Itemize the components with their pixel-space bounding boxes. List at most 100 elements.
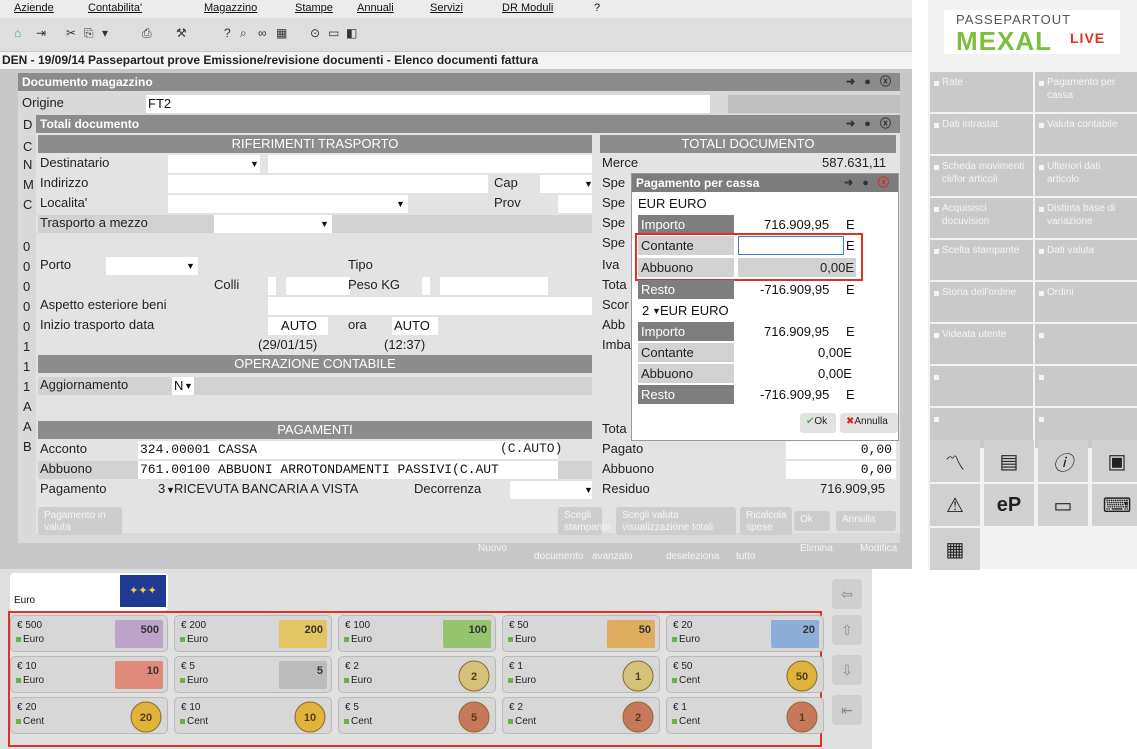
peso-field[interactable]: [440, 277, 548, 295]
menu-magazzino[interactable]: Magazzino: [204, 2, 257, 14]
modifica-button[interactable]: Modifica: [860, 543, 897, 554]
coin-button[interactable]: € 50 Cent 50: [666, 656, 824, 693]
coin-button[interactable]: € 10 Cent 10: [174, 697, 332, 734]
info-icon[interactable]: ⓘ: [1038, 440, 1088, 482]
menu-aziende[interactable]: Aziende: [14, 2, 54, 14]
coin-button[interactable]: € 1 Euro 1: [502, 656, 660, 693]
trasporto-select[interactable]: [214, 215, 332, 233]
grid-icon[interactable]: ▦: [930, 528, 980, 570]
scegli-stampante-button[interactable]: Scegli stampante: [558, 507, 611, 535]
colli-field[interactable]: [286, 277, 350, 295]
ora-field[interactable]: AUTO: [392, 317, 438, 335]
search-icon[interactable]: ⌕: [240, 26, 247, 41]
menu-contabilita[interactable]: Contabilita': [88, 2, 142, 14]
menu-help[interactable]: ?: [594, 2, 600, 14]
pagamento-code[interactable]: 3: [158, 481, 165, 496]
colli-field-a[interactable]: [268, 277, 276, 295]
window-controls[interactable]: ➜ ● ⓧ: [846, 115, 894, 133]
copy-icon[interactable]: ⎘: [84, 26, 94, 41]
first-icon[interactable]: ⇤: [832, 695, 862, 725]
deseleziona-button[interactable]: deseleziona: [666, 551, 719, 562]
destinatario-field[interactable]: [268, 155, 592, 173]
popup-annulla-button[interactable]: ✖Annulla: [840, 413, 898, 433]
menu-dr-moduli[interactable]: DR Moduli: [502, 2, 553, 14]
screen-icon[interactable]: ▣: [1092, 440, 1137, 482]
ep-lock-icon[interactable]: eP: [984, 484, 1034, 526]
currency-2-code[interactable]: 2: [642, 301, 649, 320]
distinta-base-button[interactable]: Distinta base di variazione: [1035, 198, 1137, 238]
panel-icon[interactable]: ◧: [346, 26, 357, 40]
target-icon[interactable]: ⊙: [310, 26, 320, 40]
origine-field[interactable]: FT2: [146, 95, 710, 113]
menu-stampe[interactable]: Stampe: [295, 2, 333, 14]
coin-button[interactable]: € 50 Euro 50: [502, 615, 660, 652]
storia-ordine-button[interactable]: Storia dell'ordine: [930, 282, 1033, 322]
arrow-left-icon[interactable]: ⇦: [832, 579, 862, 609]
pagamento-valuta-button[interactable]: Pagamento in valuta: [38, 507, 122, 535]
coin-button[interactable]: € 100 Euro 100: [338, 615, 496, 652]
tutto-button[interactable]: tutto: [736, 551, 755, 562]
peso-field-a[interactable]: [422, 277, 430, 295]
coin-button[interactable]: € 2 Euro 2: [338, 656, 496, 693]
rate-button[interactable]: Rate: [930, 72, 1033, 112]
valuta-contabile-button[interactable]: Valuta contabile: [1035, 114, 1137, 154]
paste-icon[interactable]: ▾: [102, 26, 108, 40]
chart-icon[interactable]: 〽: [930, 440, 980, 482]
arrow-down-icon[interactable]: ⇩: [832, 655, 862, 685]
coin-button[interactable]: € 10 Euro 10: [10, 656, 168, 693]
scegli-valuta-button[interactable]: Scegli valuta visualizzazione totali: [616, 507, 736, 535]
link-icon[interactable]: ∞: [258, 26, 267, 40]
nuovo-button[interactable]: Nuovo: [478, 543, 507, 554]
destinatario-select[interactable]: [168, 155, 260, 173]
tools-icon[interactable]: ⚒: [176, 26, 187, 40]
print-icon[interactable]: ⎙: [142, 26, 152, 41]
ok-button[interactable]: Ok: [794, 511, 830, 531]
indirizzo-field[interactable]: [168, 175, 488, 193]
coin-button[interactable]: € 5 Euro 5: [174, 656, 332, 693]
aspetto-field[interactable]: [268, 297, 592, 315]
exit-icon[interactable]: ⇥: [36, 26, 46, 40]
window-controls[interactable]: ➜ ● ⓧ: [844, 174, 892, 192]
window-controls[interactable]: ➜ ● ⓧ: [846, 73, 894, 91]
dati-intrastat-button[interactable]: Dati intrastat: [930, 114, 1033, 154]
data-field[interactable]: AUTO: [268, 317, 328, 335]
scelta-stampante-button[interactable]: Scelta stampante: [930, 240, 1033, 280]
calculator-icon[interactable]: ▦: [276, 26, 287, 40]
warning-chart-icon[interactable]: ⚠: [930, 484, 980, 526]
abbuono-tot-value[interactable]: 0,00: [786, 461, 896, 479]
arrow-up-icon[interactable]: ⇧: [832, 615, 862, 645]
coin-button[interactable]: € 200 Euro 200: [174, 615, 332, 652]
porto-select[interactable]: [106, 257, 198, 275]
coin-button[interactable]: € 500 Euro 500: [10, 615, 168, 652]
acconto-field[interactable]: 324.00001 CASSA: [138, 441, 558, 459]
popup-ok-button[interactable]: ✔Ok: [800, 413, 836, 433]
abbuono-field[interactable]: 761.00100 ABBUONI ARROTONDAMENTI PASSIVI…: [138, 461, 558, 479]
coin-button[interactable]: € 20 Cent 20: [10, 697, 168, 734]
coin-button[interactable]: € 1 Cent 1: [666, 697, 824, 734]
menu-servizi[interactable]: Servizi: [430, 2, 463, 14]
scheda-movimenti-button[interactable]: Scheda movimenti cli/for articoli: [930, 156, 1033, 196]
monitor-icon[interactable]: ▭: [328, 26, 339, 40]
coin-button[interactable]: € 20 Euro 20: [666, 615, 824, 652]
elimina-button[interactable]: Elimina: [800, 543, 833, 554]
videata-utente-button[interactable]: Videata utente: [930, 324, 1033, 364]
annulla-button[interactable]: Annulla: [836, 511, 896, 531]
localita-field[interactable]: [168, 195, 408, 213]
documento-button[interactable]: documento: [534, 551, 583, 562]
decorrenza-field[interactable]: [510, 481, 592, 499]
pagato-value[interactable]: 0,00: [786, 441, 896, 459]
pagamento-cassa-button[interactable]: Pagamento per cassa: [1035, 72, 1137, 112]
help-icon[interactable]: ?: [224, 26, 231, 40]
menu-annuali[interactable]: Annuali: [357, 2, 394, 14]
ordini-button[interactable]: Ordini: [1035, 282, 1137, 322]
dati-valuta-button[interactable]: Dati valuta: [1035, 240, 1137, 280]
document-image-icon[interactable]: ▤: [984, 440, 1034, 482]
coin-button[interactable]: € 5 Cent 5: [338, 697, 496, 734]
prov-field[interactable]: [558, 195, 592, 213]
cut-icon[interactable]: ✂: [66, 26, 76, 40]
ulteriori-dati-button[interactable]: Ulteriori dati articolo: [1035, 156, 1137, 196]
acquisisci-docuvision-button[interactable]: Acquisisci docuvision: [930, 198, 1033, 238]
currency-selector[interactable]: Euro ✦✦✦: [10, 573, 168, 611]
keyboard-icon[interactable]: ⌨: [1092, 484, 1137, 526]
ricalcola-spese-button[interactable]: Ricalcola spese: [740, 507, 792, 535]
